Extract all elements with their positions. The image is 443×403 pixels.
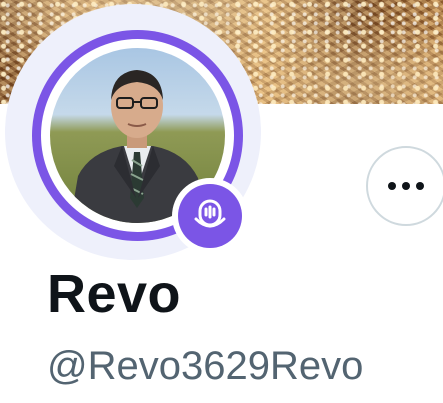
profile-display-name: Revo bbox=[47, 264, 182, 324]
more-options-button[interactable] bbox=[366, 146, 443, 226]
profile-handle: @Revo3629Revo bbox=[47, 344, 364, 388]
spaces-badge-fill bbox=[178, 184, 242, 248]
spaces-microphone-icon bbox=[194, 199, 226, 228]
spaces-badge[interactable] bbox=[172, 178, 248, 254]
more-horizontal-icon bbox=[388, 182, 424, 190]
